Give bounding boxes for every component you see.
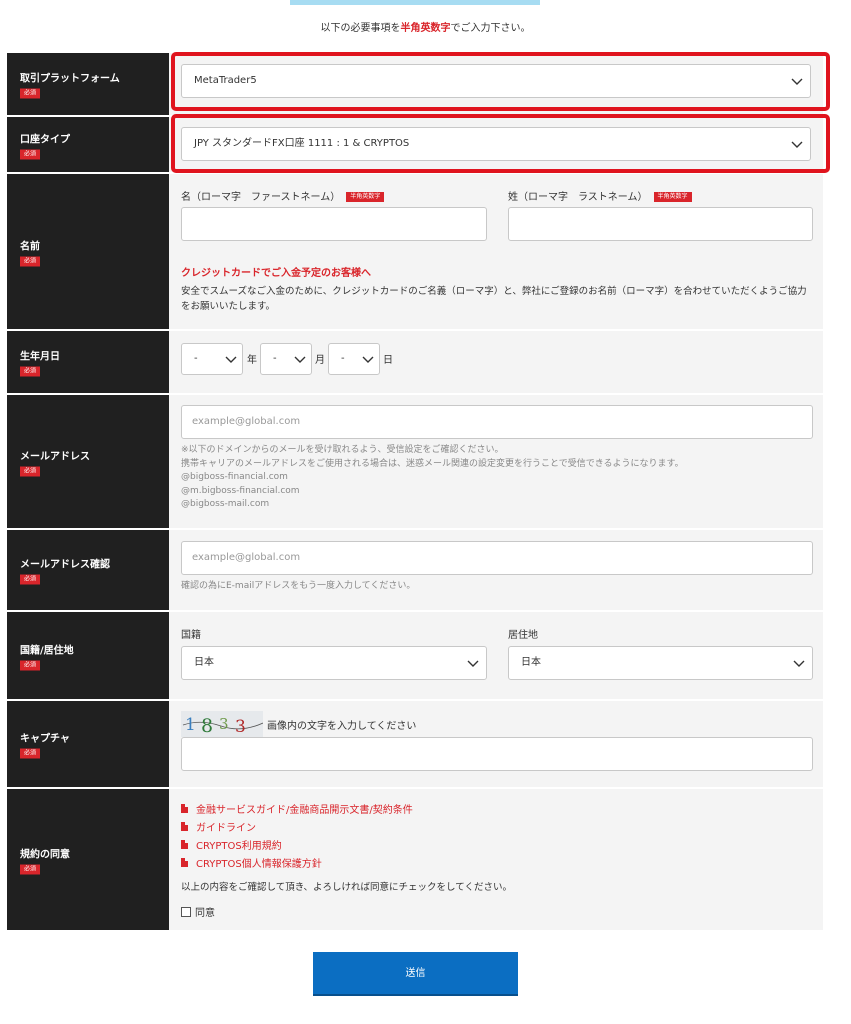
- first-name-label: 名（ローマ字 ファーストネーム） 半角英数字: [181, 188, 385, 203]
- svg-text:3: 3: [235, 717, 246, 737]
- day-unit: 日: [383, 355, 393, 366]
- captcha-image: 1 8 3 3: [181, 711, 264, 737]
- name-row: 名前 必須 名（ローマ字 ファーストネーム） 半角英数字 姓（ローマ字 ラストネー…: [7, 174, 823, 329]
- account-type-label: 口座タイプ: [20, 134, 70, 145]
- last-name-label: 姓（ローマ字 ラストネーム） 半角英数字: [508, 188, 692, 203]
- chevron-down-icon: [467, 660, 479, 667]
- required-badge: 必須: [20, 574, 41, 585]
- card-note-body: 安全でスムーズなご入金のために、クレジットカードのご名義（ローマ字）と、弊社にご…: [181, 286, 807, 312]
- required-badge: 必須: [20, 864, 41, 874]
- required-badge: 必須: [20, 748, 41, 759]
- residence-field-label: 居住地: [508, 630, 538, 641]
- email-content: example@global.com ※以下のドメインからのメールを受け取れるよ…: [169, 395, 823, 528]
- submit-button[interactable]: 送信: [313, 952, 518, 996]
- top-accent-bar: [290, 0, 540, 5]
- email-confirm-content: example@global.com 確認の為にE-mailアドレスをもう一度入…: [169, 530, 823, 610]
- card-note-title: クレジットカードでご入金予定のお客様へ: [181, 268, 371, 279]
- email-label-cell: メールアドレス 必須: [7, 395, 169, 528]
- first-name-input[interactable]: [181, 207, 487, 241]
- account-type-label-cell: 口座タイプ 必須: [7, 117, 169, 172]
- nationality-label: 国籍/居住地: [20, 645, 74, 656]
- agree-checkbox-row[interactable]: 同意: [181, 904, 215, 919]
- chevron-down-icon: [294, 356, 306, 363]
- required-badge: 必須: [20, 366, 41, 377]
- terms-link-list: 金融サービスガイド/金融商品開示文書/契約条件 ガイドライン CRYPTOS利用…: [181, 799, 413, 871]
- name-content: 名（ローマ字 ファーストネーム） 半角英数字 姓（ローマ字 ラストネーム） 半角英数…: [169, 174, 823, 329]
- required-badge: 必須: [20, 466, 41, 476]
- nationality-row: 国籍/居住地 必須 国籍 居住地 日本 日本: [7, 612, 823, 699]
- intro-text: 以下の必要事項を半角英数字でご入力下さい。: [320, 23, 531, 34]
- email-confirm-label: メールアドレス確認: [20, 559, 110, 571]
- terms-label-cell: 規約の同意 必須: [7, 789, 169, 930]
- email-confirm-row: メールアドレス確認 必須 example@global.com 確認の為にE-m…: [7, 530, 823, 610]
- terms-content: 金融サービスガイド/金融商品開示文書/契約条件 ガイドライン CRYPTOS利用…: [169, 789, 823, 930]
- terms-confirm-text: 以上の内容をご確認して頂き、よろしければ同意にチェックをしてください。: [181, 882, 512, 893]
- nationality-field-label: 国籍: [181, 630, 201, 641]
- email-row: メールアドレス 必須 example@global.com ※以下のドメインから…: [7, 395, 823, 528]
- chevron-down-icon: [362, 356, 374, 363]
- terms-label: 規約の同意: [20, 849, 70, 860]
- birth-day-select[interactable]: -: [328, 343, 380, 375]
- svg-text:3: 3: [219, 715, 229, 733]
- birthdate-content: - 年 - 月 - 日: [169, 331, 823, 393]
- birthdate-row: 生年月日 必須 - 年 - 月 - 日: [7, 331, 823, 393]
- birth-year-select[interactable]: -: [181, 343, 243, 375]
- link-guidelines[interactable]: ガイドライン: [181, 817, 413, 835]
- name-label-cell: 名前 必須: [7, 174, 169, 329]
- platform-label: 取引プラットフォーム: [20, 73, 120, 85]
- svg-text:8: 8: [201, 715, 213, 737]
- account-type-highlight-box: [171, 114, 830, 173]
- captcha-content: 1 8 3 3 画像内の文字を入力してください: [169, 701, 823, 787]
- nationality-select[interactable]: 日本: [181, 646, 487, 680]
- year-unit: 年: [247, 355, 257, 366]
- required-badge: 必須: [20, 256, 41, 266]
- captcha-label-cell: キャプチャ 必須: [7, 701, 169, 787]
- platform-highlight-box: [171, 52, 830, 111]
- birthdate-label-cell: 生年月日 必須: [7, 331, 169, 393]
- document-icon: [181, 821, 188, 831]
- month-unit: 月: [315, 355, 325, 366]
- agree-label: 同意: [195, 908, 215, 919]
- half-width-tag: 半角英数字: [346, 192, 385, 202]
- half-width-tag: 半角英数字: [653, 192, 692, 202]
- birth-month-select[interactable]: -: [260, 343, 312, 375]
- email-confirm-note: 確認の為にE-mailアドレスをもう一度入力してください。: [181, 581, 416, 591]
- document-icon: [181, 857, 188, 867]
- required-badge: 必須: [20, 660, 41, 670]
- terms-row: 規約の同意 必須 金融サービスガイド/金融商品開示文書/契約条件 ガイドライン …: [7, 789, 823, 930]
- chevron-down-icon: [225, 356, 237, 363]
- agree-checkbox[interactable]: [181, 906, 191, 917]
- svg-text:1: 1: [185, 715, 196, 735]
- last-name-input[interactable]: [508, 207, 813, 241]
- required-badge: 必須: [20, 88, 41, 99]
- email-label: メールアドレス: [20, 451, 90, 462]
- nationality-label-cell: 国籍/居住地 必須: [7, 612, 169, 699]
- email-confirm-input[interactable]: example@global.com: [181, 541, 813, 575]
- link-cryptos-privacy[interactable]: CRYPTOS個人情報保護方針: [181, 853, 413, 871]
- email-notes: ※以下のドメインからのメールを受け取れるよう、受信設定をご確認ください。 携帯キ…: [181, 445, 684, 509]
- captcha-row: キャプチャ 必須 1 8 3 3 画像内の文字を入力してください: [7, 701, 823, 787]
- email-confirm-label-cell: メールアドレス確認 必須: [7, 530, 169, 610]
- chevron-down-icon: [793, 660, 805, 667]
- birthdate-label: 生年月日: [20, 351, 60, 363]
- required-badge: 必須: [20, 149, 41, 159]
- name-label: 名前: [20, 241, 40, 252]
- link-financial-services-guide[interactable]: 金融サービスガイド/金融商品開示文書/契約条件: [181, 799, 413, 817]
- nationality-content: 国籍 居住地 日本 日本: [169, 612, 823, 699]
- captcha-label: キャプチャ: [20, 733, 70, 745]
- captcha-instruction: 画像内の文字を入力してください: [267, 721, 417, 732]
- link-cryptos-terms[interactable]: CRYPTOS利用規約: [181, 835, 413, 853]
- email-input[interactable]: example@global.com: [181, 405, 813, 439]
- residence-select[interactable]: 日本: [508, 646, 813, 680]
- document-icon: [181, 839, 188, 849]
- captcha-input[interactable]: [181, 737, 813, 771]
- platform-label-cell: 取引プラットフォーム 必須: [7, 53, 169, 115]
- document-icon: [181, 803, 188, 813]
